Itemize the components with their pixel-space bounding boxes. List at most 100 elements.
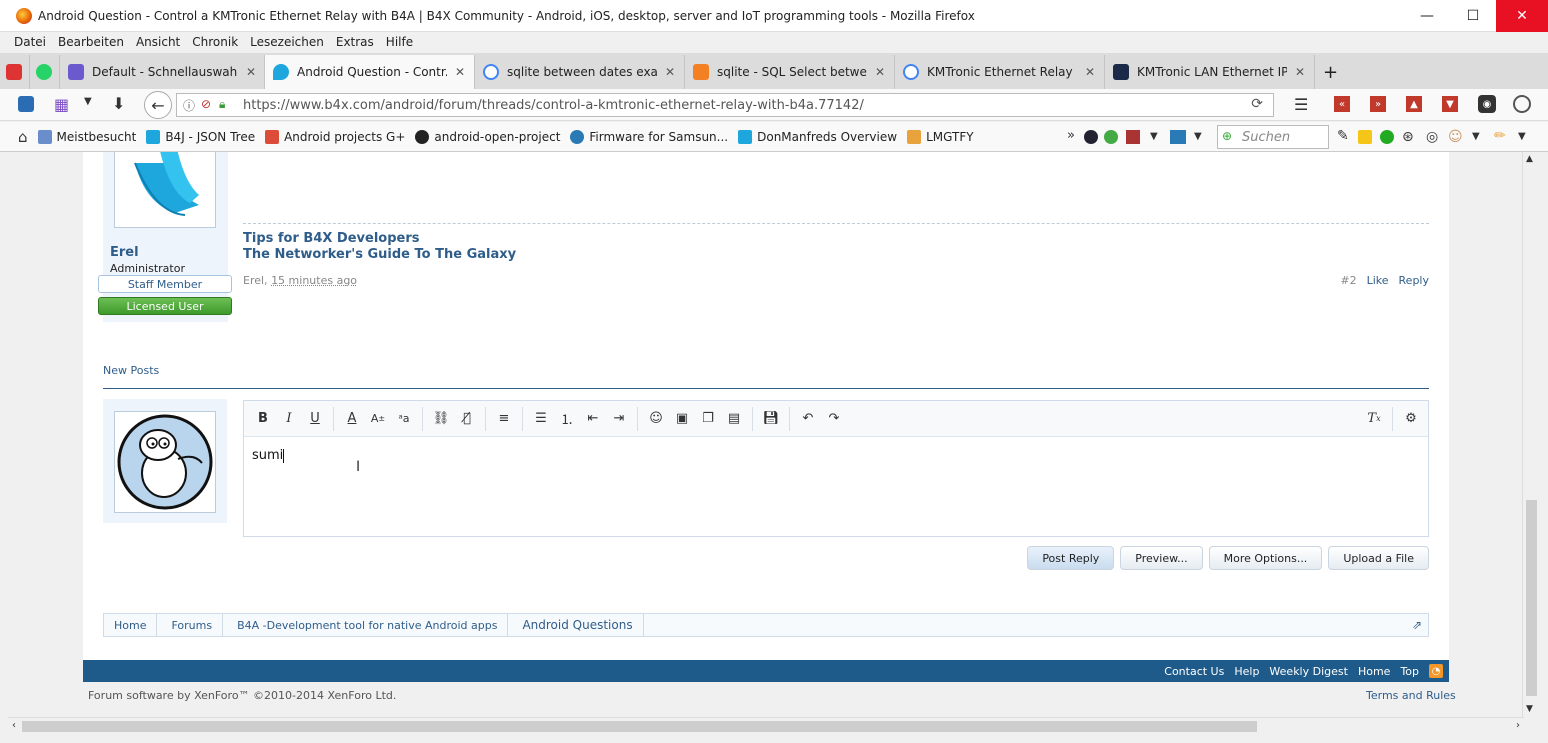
font-family-icon[interactable]: ᵃa <box>391 407 417 431</box>
url-text[interactable]: https://www.b4x.com/android/forum/thread… <box>243 98 864 113</box>
horizontal-scrollbar[interactable]: ‹ › <box>8 717 1524 735</box>
chevron-down-icon[interactable]: ▼ <box>1194 131 1202 142</box>
database-icon[interactable] <box>18 96 34 112</box>
addon-chat-icon[interactable] <box>1104 130 1118 144</box>
tab-close-icon[interactable]: ✕ <box>1085 65 1095 79</box>
film-icon[interactable]: ◎ <box>1426 129 1438 145</box>
tab-close-icon[interactable]: ✕ <box>1295 65 1305 79</box>
signature-link-networker[interactable]: The Networker's Guide To The Galaxy <box>243 247 516 262</box>
back-button[interactable]: ← <box>144 91 172 119</box>
tab-close-icon[interactable]: ✕ <box>246 65 256 79</box>
globe-icon[interactable]: ⊛ <box>1402 129 1414 145</box>
signature-link-tips[interactable]: Tips for B4X Developers <box>243 231 419 246</box>
bookmark-android-open-project[interactable]: android-open-project <box>415 129 560 144</box>
bookmark-meistbesucht[interactable]: Meistbesucht <box>37 129 136 144</box>
addon-s-icon[interactable] <box>1084 130 1098 144</box>
post-time[interactable]: 15 minutes ago <box>271 274 357 287</box>
post-reply-button[interactable]: Post Reply <box>1027 546 1115 570</box>
chevron-down-icon[interactable]: ▼ <box>84 96 92 107</box>
image-icon[interactable]: ▣ <box>669 407 695 431</box>
breadcrumb-android-questions[interactable]: Android Questions <box>508 614 644 636</box>
chevron-down-icon[interactable]: ▼ <box>1150 131 1158 142</box>
tab-speed-dial[interactable]: Default - Schnellauswahl ✕ <box>60 55 265 89</box>
rss-icon[interactable]: ◔ <box>1429 664 1443 678</box>
link-icon[interactable]: ⛓ <box>428 407 454 431</box>
bookmark-android-projects[interactable]: Android projects G+ <box>265 129 405 144</box>
bullet-list-icon[interactable]: ☰ <box>528 407 554 431</box>
menu-extras[interactable]: Extras <box>336 35 374 49</box>
jump-menu-icon[interactable]: ⇗ <box>1412 618 1422 632</box>
url-bar[interactable]: ⓘ ⊘ 🔒︎ https://www.b4x.com/android/forum… <box>176 93 1274 117</box>
bookmark-donmanfreds[interactable]: DonManfreds Overview <box>738 129 897 144</box>
upload-file-button[interactable]: Upload a File <box>1328 546 1429 570</box>
pinned-tab-mail[interactable] <box>0 55 30 89</box>
minimize-button[interactable]: — <box>1404 0 1450 32</box>
scroll-right-icon[interactable]: › <box>1516 720 1520 731</box>
addon-down-icon[interactable]: ▼ <box>1442 96 1458 112</box>
bookmark-lmgtfy[interactable]: LMGTFY <box>907 129 974 144</box>
edit-icon[interactable]: ✏ <box>1494 128 1506 144</box>
footer-weekly-digest[interactable]: Weekly Digest <box>1269 665 1348 678</box>
more-options-button[interactable]: More Options... <box>1208 546 1323 570</box>
tab-close-icon[interactable]: ✕ <box>875 65 885 79</box>
home-icon[interactable]: ⌂ <box>18 128 28 146</box>
chevron-down-icon[interactable]: ▼ <box>1518 131 1526 142</box>
addon-screen-icon[interactable] <box>1170 130 1186 144</box>
addon-green-icon[interactable] <box>1380 130 1394 144</box>
scrollbar-thumb[interactable] <box>1526 500 1537 696</box>
align-icon[interactable]: ≡ <box>491 407 517 431</box>
addon-ghost-icon[interactable]: ◉ <box>1478 95 1496 113</box>
grid-icon[interactable]: ▦ <box>54 95 69 114</box>
note-icon[interactable] <box>1358 130 1372 144</box>
terms-link[interactable]: Terms and Rules <box>1366 689 1456 702</box>
text-color-icon[interactable]: A <box>339 407 365 431</box>
smiley-icon[interactable]: ☺ <box>643 407 669 431</box>
unlink-icon[interactable]: ⛓̸ <box>454 407 480 431</box>
addon-rewind-icon[interactable]: « <box>1334 96 1350 112</box>
footer-contact-us[interactable]: Contact Us <box>1164 665 1224 678</box>
menu-datei[interactable]: Datei <box>14 35 46 49</box>
menu-chronik[interactable]: Chronik <box>192 35 238 49</box>
redo-icon[interactable]: ↷ <box>821 407 847 431</box>
scroll-down-icon[interactable]: ▼ <box>1526 704 1533 714</box>
addon-camera-icon[interactable] <box>1513 95 1531 113</box>
info-icon[interactable]: ⓘ <box>183 97 195 114</box>
chevron-down-icon[interactable]: ▼ <box>1472 131 1480 142</box>
toggle-bbcode-icon[interactable]: ⚙ <box>1398 407 1424 431</box>
footer-top[interactable]: Top <box>1400 665 1419 678</box>
post-number[interactable]: #2 <box>1340 274 1356 287</box>
menu-bearbeiten[interactable]: Bearbeiten <box>58 35 124 49</box>
avatar[interactable] <box>114 411 216 513</box>
pencil-icon[interactable]: ✎ <box>1337 128 1349 144</box>
outdent-icon[interactable]: ⇤ <box>580 407 606 431</box>
footer-home[interactable]: Home <box>1358 665 1390 678</box>
close-button[interactable]: ✕ <box>1496 0 1548 32</box>
download-icon[interactable]: ⬇ <box>112 94 125 113</box>
addon-forward-icon[interactable]: » <box>1370 96 1386 112</box>
indent-icon[interactable]: ⇥ <box>606 407 632 431</box>
menu-ansicht[interactable]: Ansicht <box>136 35 180 49</box>
save-draft-icon[interactable]: 💾︎ <box>758 407 784 431</box>
pinned-tab-whatsapp[interactable] <box>30 55 60 89</box>
tab-kmtronic-relay[interactable]: KMTronic Ethernet Relay -... ✕ <box>895 55 1105 89</box>
bookmark-b4j-json[interactable]: B4J - JSON Tree <box>146 129 255 144</box>
tab-android-question[interactable]: Android Question - Contr... ✕ <box>265 55 475 89</box>
breadcrumb-forums[interactable]: Forums <box>157 614 224 636</box>
post-username[interactable]: Erel <box>110 245 139 260</box>
search-input[interactable]: Suchen <box>1217 125 1329 149</box>
avatar[interactable] <box>114 152 216 228</box>
undo-icon[interactable]: ↶ <box>795 407 821 431</box>
hamburger-menu-icon[interactable]: ☰ <box>1294 95 1308 114</box>
addon-image-icon[interactable] <box>1126 130 1140 144</box>
addon-up-icon[interactable]: ▲ <box>1406 96 1422 112</box>
reload-icon[interactable]: ⟳ <box>1251 96 1263 112</box>
tab-close-icon[interactable]: ✕ <box>665 65 675 79</box>
tab-close-icon[interactable]: ✕ <box>455 65 465 79</box>
preview-button[interactable]: Preview... <box>1120 546 1203 570</box>
breadcrumb-b4a[interactable]: B4A -Development tool for native Android… <box>223 614 509 636</box>
underline-icon[interactable]: U <box>302 407 328 431</box>
maximize-button[interactable]: ☐ <box>1450 0 1496 32</box>
scroll-left-icon[interactable]: ‹ <box>12 720 16 731</box>
message-textarea[interactable]: sumi <box>244 437 1428 474</box>
like-link[interactable]: Like <box>1367 274 1389 287</box>
